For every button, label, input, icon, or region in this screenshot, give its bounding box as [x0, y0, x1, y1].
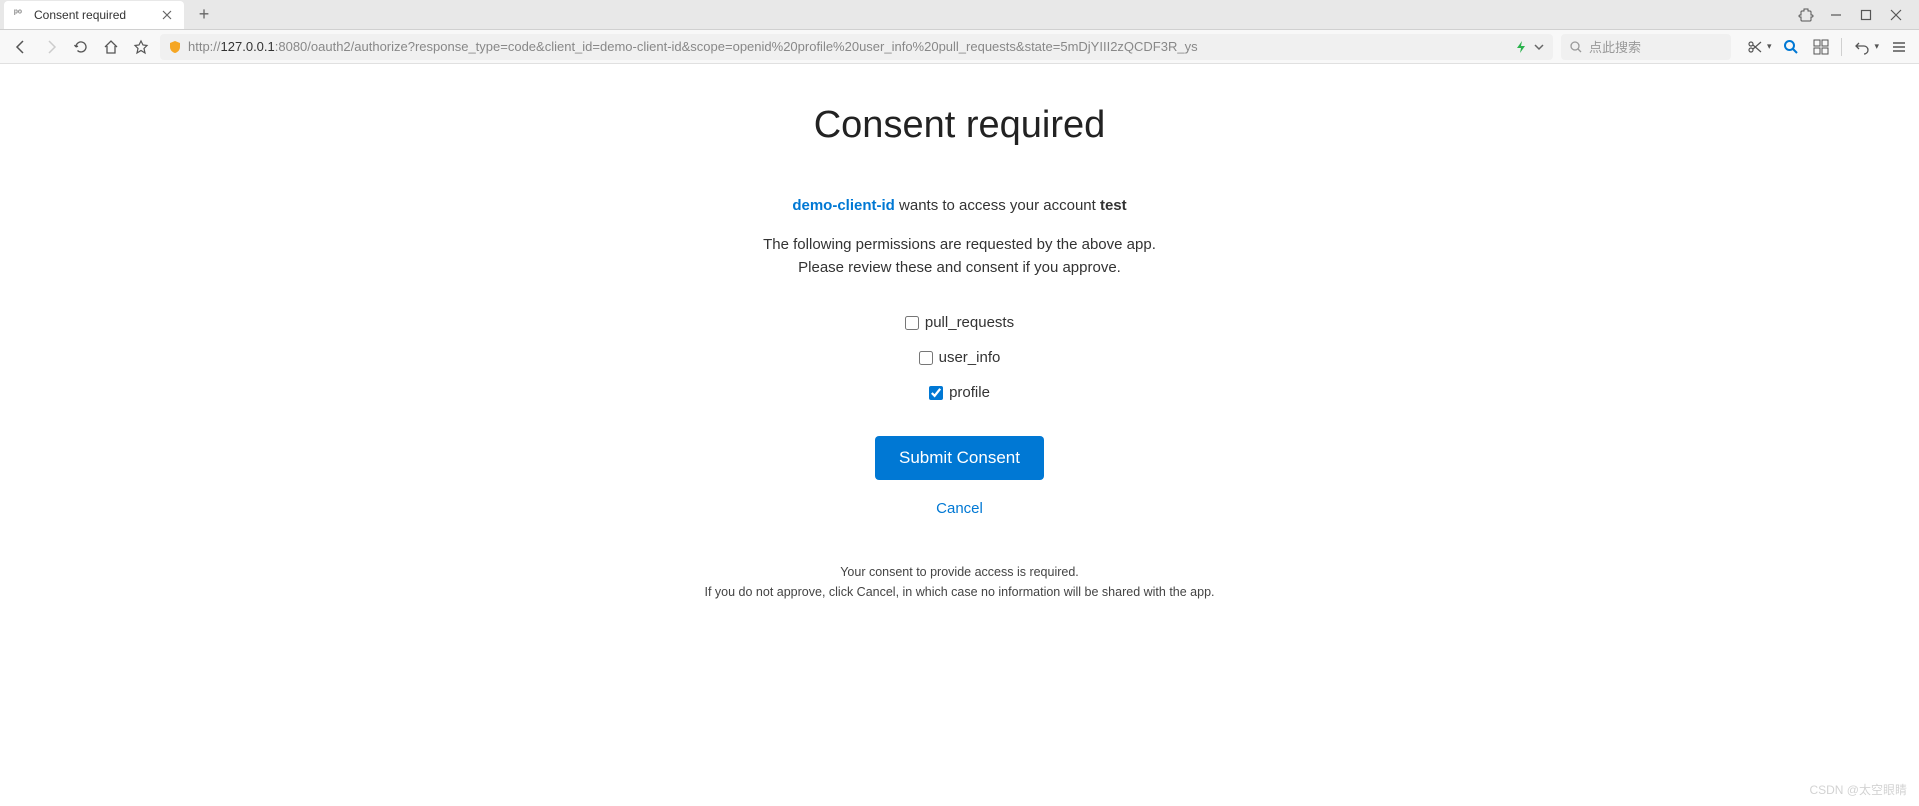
extension-icon[interactable]	[1797, 6, 1815, 24]
scope-label: pull_requests	[925, 314, 1014, 331]
scissors-icon[interactable]	[1745, 37, 1765, 57]
minimize-icon[interactable]	[1827, 6, 1845, 24]
scope-label: profile	[949, 384, 990, 401]
scope-checkbox[interactable]	[905, 316, 919, 330]
toolbar: http://127.0.0.1:8080/oauth2/authorize?r…	[0, 30, 1919, 64]
address-bar[interactable]: http://127.0.0.1:8080/oauth2/authorize?r…	[160, 34, 1553, 60]
footer-text: Your consent to provide access is requir…	[705, 562, 1215, 602]
tab-title: Consent required	[34, 8, 154, 22]
tab-favicon-icon: ᵖᵒ	[14, 8, 28, 22]
back-button[interactable]	[10, 36, 32, 58]
scope-checkbox[interactable]	[919, 351, 933, 365]
close-window-icon[interactable]	[1887, 6, 1905, 24]
page-title: Consent required	[814, 104, 1106, 147]
url-text: http://127.0.0.1:8080/oauth2/authorize?r…	[188, 39, 1509, 54]
scope-item-user-info[interactable]: user_info	[919, 349, 1001, 366]
account-name: test	[1100, 197, 1127, 214]
page-content: Consent required demo-client-id wants to…	[0, 64, 1919, 602]
home-button[interactable]	[100, 36, 122, 58]
new-tab-button[interactable]: +	[190, 1, 218, 29]
lightning-icon[interactable]	[1515, 40, 1527, 54]
access-line: demo-client-id wants to access your acco…	[792, 197, 1126, 214]
watermark: CSDN @太空眼睛	[1809, 781, 1907, 798]
client-id-link[interactable]: demo-client-id	[792, 197, 895, 214]
forward-button[interactable]	[40, 36, 62, 58]
scope-label: user_info	[939, 349, 1001, 366]
dropdown-caret-icon[interactable]: ▾	[1874, 41, 1879, 52]
undo-icon[interactable]	[1852, 37, 1872, 57]
favorite-button[interactable]	[130, 36, 152, 58]
scope-item-pull-requests[interactable]: pull_requests	[905, 314, 1014, 331]
window-controls	[1783, 6, 1919, 24]
close-tab-icon[interactable]	[160, 8, 174, 22]
cancel-link[interactable]: Cancel	[936, 500, 983, 517]
search-icon	[1569, 40, 1583, 54]
search-bar[interactable]: 点此搜索	[1561, 34, 1731, 60]
tab-bar: ᵖᵒ Consent required +	[0, 0, 1919, 30]
explain-text: The following permissions are requested …	[763, 234, 1156, 279]
right-tools: ▾ ▾	[1739, 37, 1909, 57]
scope-item-profile[interactable]: profile	[929, 384, 990, 401]
scope-list: pull_requests user_info profile	[905, 314, 1014, 401]
zoom-icon[interactable]	[1781, 37, 1801, 57]
search-placeholder: 点此搜索	[1589, 37, 1641, 56]
maximize-icon[interactable]	[1857, 6, 1875, 24]
reload-button[interactable]	[70, 36, 92, 58]
dropdown-caret-icon[interactable]: ▾	[1767, 41, 1772, 52]
scope-checkbox[interactable]	[929, 386, 943, 400]
grid-icon[interactable]	[1811, 37, 1831, 57]
submit-consent-button[interactable]: Submit Consent	[875, 436, 1044, 480]
menu-icon[interactable]	[1889, 37, 1909, 57]
chevron-down-icon[interactable]	[1533, 41, 1545, 53]
shield-icon	[168, 40, 182, 54]
browser-tab[interactable]: ᵖᵒ Consent required	[4, 1, 184, 29]
